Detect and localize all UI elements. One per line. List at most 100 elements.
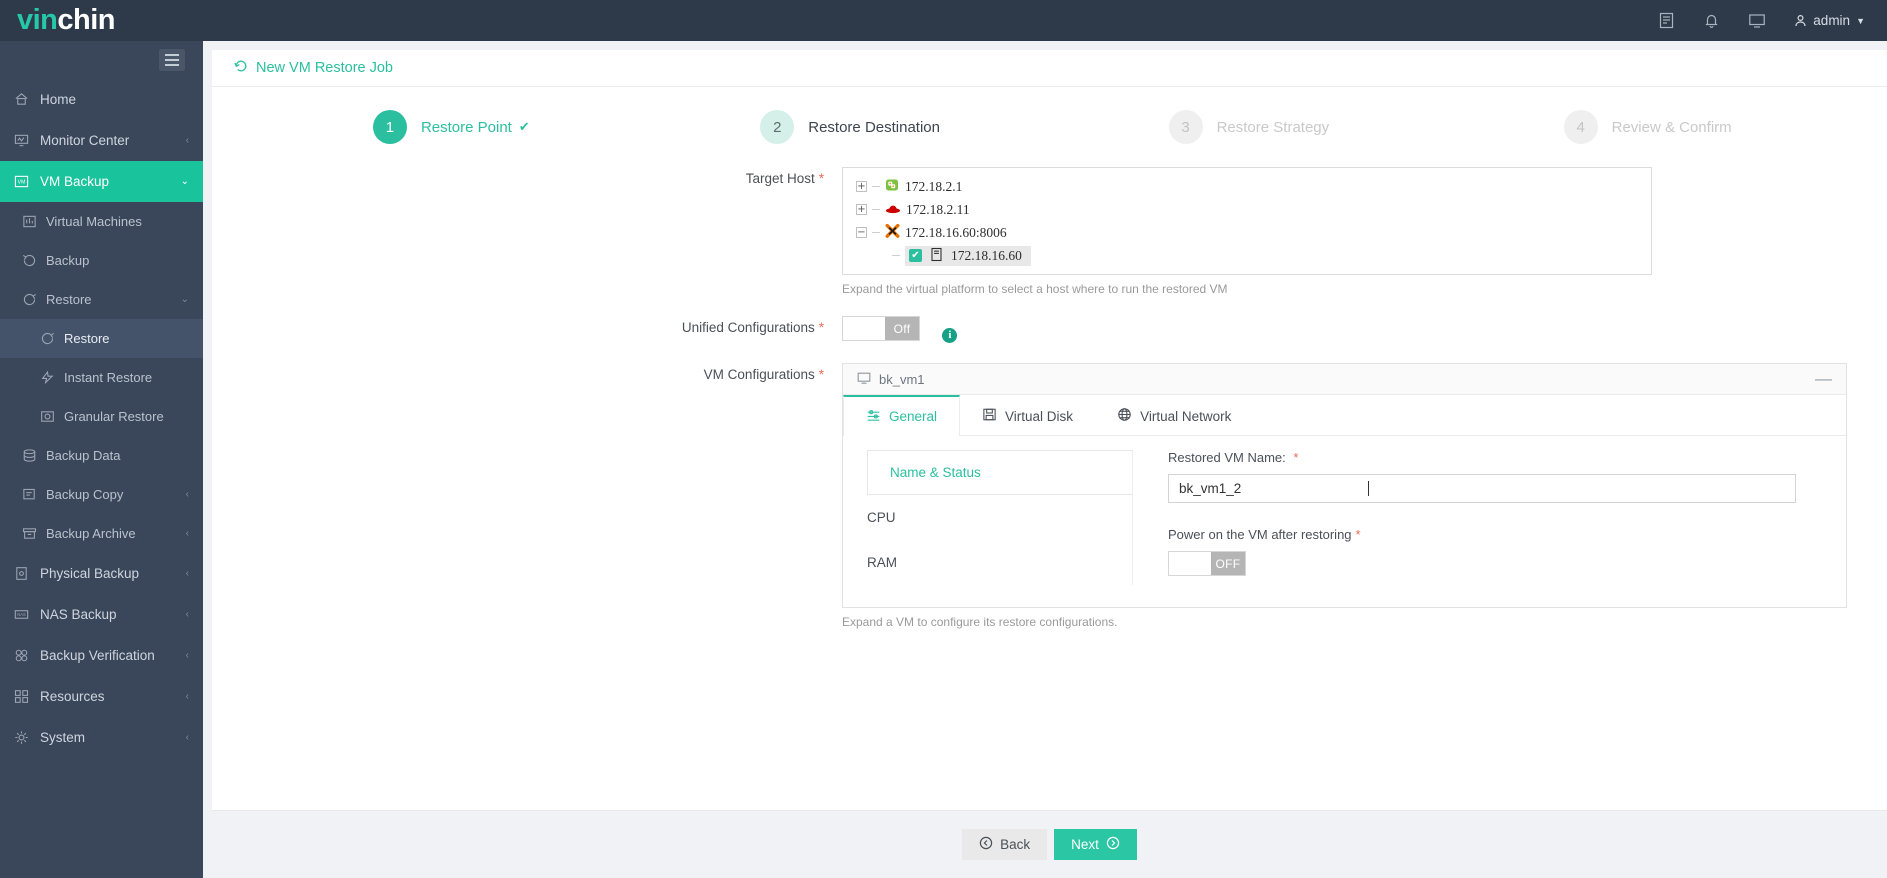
sidebar-item-backup-copy[interactable]: Backup Copy ‹ <box>0 475 203 514</box>
wizard-step-3[interactable]: 3 Restore Strategy <box>1050 110 1449 144</box>
tree-connector <box>872 186 880 187</box>
copy-icon <box>22 487 46 502</box>
sidebar-item-nas-backup[interactable]: NAS NAS Backup ‹ <box>0 594 203 635</box>
tree-node-label: 172.18.2.11 <box>906 201 970 217</box>
sidebar-item-home[interactable]: Home <box>0 79 203 120</box>
unified-configurations-label: Unified Configurations * <box>212 316 842 345</box>
page-title: New VM Restore Job <box>256 60 393 76</box>
sidebar-item-instant-restore[interactable]: Instant Restore <box>0 358 203 397</box>
sidebar-item-label: Backup <box>46 253 90 268</box>
resources-icon <box>14 689 40 704</box>
chevron-left-icon: ‹ <box>185 691 189 702</box>
chevron-left-icon: ‹ <box>185 650 189 661</box>
power-on-label: Power on the VM after restoring * <box>1168 527 1796 542</box>
sidebar-item-backup-archive[interactable]: Backup Archive ‹ <box>0 514 203 553</box>
tree-expander-icon[interactable]: + <box>856 204 867 215</box>
tree-node-label: 172.18.16.60 <box>951 247 1022 263</box>
globe-icon <box>1117 407 1132 425</box>
sidebar-item-restore[interactable]: Restore <box>0 319 203 358</box>
vm-configurations-label-text: VM Configurations <box>703 367 815 382</box>
text-cursor-icon <box>1368 481 1369 496</box>
disk-icon <box>982 407 997 425</box>
sidebar-collapse-row <box>0 41 203 79</box>
sidebar-item-physical-backup[interactable]: Physical Backup ‹ <box>0 553 203 594</box>
tab-virtual-disk[interactable]: Virtual Disk <box>960 395 1095 435</box>
back-button-label: Back <box>1000 837 1031 852</box>
nas-icon: NAS <box>14 607 40 622</box>
app-logo[interactable]: vinchin <box>0 4 203 37</box>
bell-icon[interactable] <box>1703 12 1720 29</box>
sidebar-item-virtual-machines[interactable]: Virtual Machines <box>0 202 203 241</box>
wizard-step-2[interactable]: 2 Restore Destination <box>651 110 1050 144</box>
step-label: Restore Strategy <box>1216 118 1330 136</box>
step-number: 4 <box>1563 110 1598 144</box>
checkbox-checked-icon[interactable]: ✔ <box>909 249 922 262</box>
sidebar-item-vm-backup[interactable]: VM VM Backup ⌄ <box>0 161 203 202</box>
vm-configurations-row: VM Configurations * bk_vm1 — General Vir… <box>212 363 1887 629</box>
logo-part-1: vin <box>17 4 58 36</box>
backup-icon <box>22 253 46 268</box>
tree-node[interactable]: ✔ 172.18.16.60 <box>856 244 1651 267</box>
host-icon <box>929 247 944 265</box>
sidebar-item-backup[interactable]: Backup <box>0 241 203 280</box>
granular-restore-icon <box>40 409 64 424</box>
power-on-toggle[interactable]: OFF <box>1168 551 1246 576</box>
check-icon: ✔ <box>518 119 530 134</box>
instant-restore-icon <box>40 370 64 385</box>
hamburger-menu-icon[interactable] <box>159 49 185 71</box>
subnav-item-name-status[interactable]: Name & Status <box>867 450 1133 495</box>
unified-configurations-toggle[interactable]: Off <box>842 316 920 341</box>
svg-text:VM: VM <box>18 179 26 185</box>
tree-expander-icon[interactable]: + <box>856 181 867 192</box>
restored-vm-name-input[interactable] <box>1168 474 1796 503</box>
info-icon[interactable]: i <box>942 327 958 343</box>
chevron-left-icon: ‹ <box>185 609 189 620</box>
tree-node[interactable]: +172.18.2.11 <box>856 198 1651 221</box>
tree-node[interactable]: − 172.18.16.60:8006 <box>856 221 1651 244</box>
sidebar-item-monitor-center[interactable]: Monitor Center ‹ <box>0 120 203 161</box>
next-button[interactable]: Next <box>1054 829 1137 860</box>
target-host-tree[interactable]: +172.18.2.1 +172.18.2.11−172.18.16.60:800… <box>842 167 1652 275</box>
vm-config-tabs: General Virtual Disk Virtual Network <box>843 395 1846 436</box>
toggle-knob <box>843 317 885 340</box>
subnav-item-ram[interactable]: RAM <box>867 540 1132 585</box>
wizard-step-4[interactable]: 4 Review & Confirm <box>1448 110 1847 144</box>
sidebar-item-backup-data[interactable]: Backup Data <box>0 436 203 475</box>
vm-configuration-panel: bk_vm1 — General Virtual Disk Virtual Netw… <box>842 363 1847 608</box>
subnav-item-cpu[interactable]: CPU <box>867 495 1132 540</box>
collapse-icon[interactable]: — <box>1815 369 1832 389</box>
required-asterisk: * <box>818 367 824 382</box>
wizard-step-1[interactable]: 1 Restore Point ✔ <box>252 110 651 144</box>
home-icon <box>14 92 40 107</box>
restore-icon <box>22 292 46 307</box>
toggle-state-label: OFF <box>1211 552 1245 575</box>
sidebar-item-system[interactable]: System ‹ <box>0 717 203 758</box>
tree-expander-icon[interactable]: − <box>856 227 867 238</box>
sidebar-item-backup-verification[interactable]: Backup Verification ‹ <box>0 635 203 676</box>
back-button[interactable]: Back <box>962 829 1048 860</box>
sidebar-item-restore[interactable]: Restore ⌄ <box>0 280 203 319</box>
tree-node-selected[interactable]: ✔ 172.18.16.60 <box>905 245 1031 266</box>
wizard-stepper: 1 Restore Point ✔ 2 Restore Destination 3 Rest… <box>212 87 1887 167</box>
subnav-item-label: RAM <box>867 555 897 570</box>
sidebar-item-resources[interactable]: Resources ‹ <box>0 676 203 717</box>
sidebar-item-granular-restore[interactable]: Granular Restore <box>0 397 203 436</box>
unified-configurations-label-text: Unified Configurations <box>681 320 815 335</box>
tab-virtual-network[interactable]: Virtual Network <box>1095 395 1253 435</box>
vm-config-fields: Restored VM Name: * Power <box>1133 450 1846 585</box>
user-menu[interactable]: admin ▼ <box>1794 13 1865 28</box>
step-number: 3 <box>1168 110 1203 144</box>
vm-panel-header[interactable]: bk_vm1 — <box>843 364 1846 395</box>
tab-general[interactable]: General <box>843 395 961 436</box>
step-number: 1 <box>372 110 407 144</box>
top-bar: vinchin admin ▼ <box>0 0 1887 41</box>
restored-vm-name-label: Restored VM Name: * <box>1168 450 1796 465</box>
chevron-left-icon: ‹ <box>185 732 189 743</box>
redhat-platform-icon <box>885 202 901 218</box>
report-icon[interactable] <box>1658 12 1675 29</box>
tree-node[interactable]: +172.18.2.1 <box>856 175 1651 198</box>
virtual-machines-icon <box>22 214 46 229</box>
restored-vm-name-label-text: Restored VM Name: <box>1168 450 1286 465</box>
monitor-icon[interactable] <box>1748 12 1766 29</box>
sidebar-item-label: NAS Backup <box>40 607 117 622</box>
